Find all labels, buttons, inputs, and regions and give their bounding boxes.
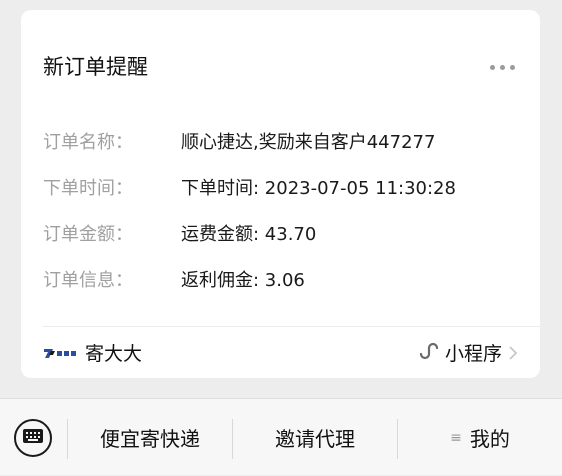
chat-menu-bar: 便宜寄快递 邀请代理 ≡ 我的 <box>0 398 562 475</box>
menu-item-mine[interactable]: ≡ 我的 <box>398 399 562 476</box>
order-info-row: 订单信息： 返利佣金: 3.06 <box>43 256 523 302</box>
order-amount-label: 订单金额： <box>43 224 133 245</box>
menu-item-invite-agent[interactable]: 邀请代理 <box>233 399 397 476</box>
order-name-label: 订单名称： <box>43 132 133 153</box>
menu-item-label: 邀请代理 <box>275 427 355 451</box>
order-time-value: 下单时间: 2023-07-05 11:30:28 <box>181 178 456 199</box>
menu-item-cheap-express[interactable]: 便宜寄快递 <box>68 399 232 476</box>
menu-item-label: 便宜寄快递 <box>100 427 200 451</box>
submenu-icon: ≡ <box>450 429 462 446</box>
order-amount-value: 运费金额: 43.70 <box>181 224 317 245</box>
card-title: 新订单提醒 <box>43 55 148 79</box>
order-name-row: 订单名称： 顺心捷达,奖励来自客户447277 <box>43 118 523 164</box>
card-header: 新订单提醒 <box>21 10 540 110</box>
mini-program-icon <box>417 340 439 366</box>
app-logo-icon <box>43 346 77 360</box>
mini-program-link[interactable]: 小程序 <box>417 339 518 366</box>
keyboard-toggle-button[interactable] <box>14 419 52 457</box>
chevron-right-icon <box>508 345 518 361</box>
source-account[interactable]: 寄大大 <box>43 339 142 366</box>
order-detail-list: 订单名称： 顺心捷达,奖励来自客户447277 下单时间： 下单时间: 2023… <box>43 118 523 302</box>
order-info-value: 返利佣金: 3.06 <box>181 270 305 291</box>
order-time-label: 下单时间： <box>43 178 133 199</box>
template-message-card[interactable]: 新订单提醒 订单名称： 顺心捷达,奖励来自客户447277 下单时间： 下单时间… <box>21 10 540 378</box>
order-amount-row: 订单金额： 运费金额: 43.70 <box>43 210 523 256</box>
order-info-label: 订单信息： <box>43 270 133 291</box>
more-options-icon[interactable] <box>490 62 518 72</box>
mini-program-label: 小程序 <box>444 343 502 365</box>
order-time-row: 下单时间： 下单时间: 2023-07-05 11:30:28 <box>43 164 523 210</box>
menu-item-label: 我的 <box>469 427 510 451</box>
card-footer[interactable]: 寄大大 小程序 <box>21 327 540 378</box>
keyboard-icon <box>22 428 44 448</box>
order-name-value: 顺心捷达,奖励来自客户447277 <box>181 132 436 153</box>
source-name: 寄大大 <box>85 343 143 365</box>
